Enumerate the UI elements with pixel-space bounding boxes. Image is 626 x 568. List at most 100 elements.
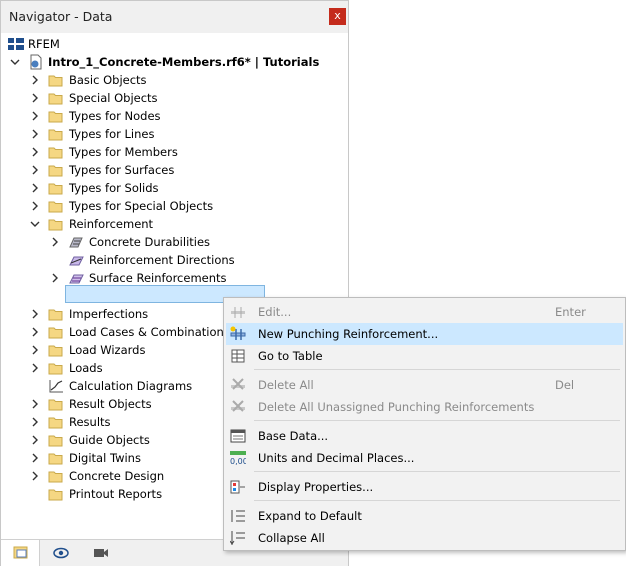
menu-item-units-and-decimal-places[interactable]: 0,00 Units and Decimal Places... [226,447,623,469]
folder-icon [48,471,63,483]
tree-item-label: Types for Solids [69,181,159,195]
chevron-right-icon[interactable] [50,269,60,287]
tree-item-types-for-surfaces[interactable]: Types for Surfaces [1,161,346,179]
menu-shortcut: Del [555,378,575,392]
menu-item-collapse-all[interactable]: Collapse All [226,527,623,549]
close-button[interactable]: x [329,8,346,25]
chevron-right-icon[interactable] [30,161,40,179]
tab-data[interactable] [1,540,40,566]
chevron-right-icon[interactable] [30,125,40,143]
tree-item-label: Printout Reports [69,487,163,501]
navigator-title: Navigator - Data [9,9,113,24]
delete-unassigned-icon [231,400,245,412]
chevron-right-icon[interactable] [30,179,40,197]
menu-separator [254,369,620,370]
tree-item-label: Loads [69,361,103,375]
tab-view[interactable] [41,540,79,566]
menu-shortcut: Enter [555,305,586,319]
chevron-right-icon[interactable] [30,449,40,467]
chevron-right-icon[interactable] [50,233,60,251]
tree-item-concrete-durabilities[interactable]: Concrete Durabilities [1,233,346,251]
menu-item-label: Base Data... [258,429,329,443]
chevron-right-icon[interactable] [30,305,40,323]
chevron-down-icon[interactable] [30,215,40,233]
delete-all-icon [231,378,245,390]
surface-reinforcement-icon [69,274,84,284]
chevron-down-icon[interactable] [10,53,20,71]
menu-item-expand-to-default[interactable]: Expand to Default [226,505,623,527]
tree-item-reinforcement[interactable]: Reinforcement [1,215,346,233]
menu-item-display-properties[interactable]: Display Properties... [226,476,623,498]
rfem-logo-icon [8,38,24,50]
menu-item-base-data[interactable]: Base Data... [226,425,623,447]
chevron-right-icon[interactable] [30,395,40,413]
menu-item-label: Units and Decimal Places... [258,451,415,465]
tree-item-basic-objects[interactable]: Basic Objects [1,71,346,89]
chevron-right-icon[interactable] [30,341,40,359]
menu-item-label: Expand to Default [258,509,362,523]
menu-item-delete-all[interactable]: Delete All Del [226,374,623,396]
concrete-durability-icon [69,237,83,248]
navigator-titlebar: Navigator - Data x [1,1,348,33]
chevron-right-icon[interactable] [30,359,40,377]
tree-item-special-objects[interactable]: Special Objects [1,89,346,107]
tree-item-label: Reinforcement Directions [89,253,235,267]
svg-text:0,00: 0,00 [230,457,246,466]
tree-item-label: Guide Objects [69,433,150,447]
chevron-right-icon[interactable] [30,431,40,449]
folder-icon [48,309,63,321]
tree-item-reinforcement-directions[interactable]: Reinforcement Directions [1,251,346,269]
tree-item-label: Calculation Diagrams [69,379,193,393]
menu-item-label: Collapse All [258,531,325,545]
tree-item-label: Reinforcement [69,217,154,231]
tree-item-label: Imperfections [69,307,149,321]
tree-item-types-for-lines[interactable]: Types for Lines [1,125,346,143]
menu-item-delete-all-unassigned-punching-reinforcements[interactable]: Delete All Unassigned Punching Reinforce… [226,396,623,418]
base-data-icon [230,429,246,443]
tree-item-label: Load Wizards [69,343,146,357]
collapse-icon [230,531,245,545]
tree-item-label: Types for Members [69,145,178,159]
project-label: Intro_1_Concrete-Members.rf6* | Tutorial… [48,55,320,69]
tree-root-rfem[interactable]: RFEM [1,35,341,53]
project-file-icon [30,54,42,70]
chevron-right-icon[interactable] [30,323,40,341]
data-tab-icon [13,546,28,559]
chevron-right-icon[interactable] [30,89,40,107]
folder-icon [48,327,63,339]
tree-item-label: Digital Twins [69,451,141,465]
folder-icon [48,435,63,447]
tab-camera[interactable] [81,540,119,566]
chevron-right-icon[interactable] [30,71,40,89]
chevron-right-icon[interactable] [30,413,40,431]
tree-item-label: Results [69,415,111,429]
chevron-right-icon[interactable] [30,107,40,125]
display-properties-icon [230,480,245,494]
chevron-right-icon[interactable] [30,197,40,215]
tree-project[interactable]: Intro_1_Concrete-Members.rf6* | Tutorial… [1,53,341,71]
tree-item-label: Types for Lines [69,127,155,141]
folder-icon [48,363,63,375]
menu-item-go-to-table[interactable]: Go to Table [226,345,623,367]
table-icon [231,349,245,363]
chevron-right-icon[interactable] [30,467,40,485]
menu-item-label: Display Properties... [258,480,374,494]
expand-icon [231,510,245,522]
tree-item-label: Concrete Durabilities [89,235,211,249]
tree-item-types-for-special-objects[interactable]: Types for Special Objects [1,197,346,215]
context-menu: Edit... Enter New Punching Reinforcement..… [223,297,626,551]
folder-icon [48,183,63,195]
tree-item-label: Result Objects [69,397,152,411]
menu-item-edit[interactable]: Edit... Enter [226,301,623,323]
folder-icon [48,417,63,429]
chevron-right-icon[interactable] [30,143,40,161]
calculation-diagram-icon [49,380,63,393]
tree-item-types-for-nodes[interactable]: Types for Nodes [1,107,346,125]
new-punching-icon [230,326,246,340]
folder-icon [48,165,63,177]
tree-item-types-for-solids[interactable]: Types for Solids [1,179,346,197]
menu-item-new-punching-reinforcement[interactable]: New Punching Reinforcement... [226,323,623,345]
reinforcement-direction-icon [69,256,84,266]
tree-item-types-for-members[interactable]: Types for Members [1,143,346,161]
folder-icon [48,93,63,105]
